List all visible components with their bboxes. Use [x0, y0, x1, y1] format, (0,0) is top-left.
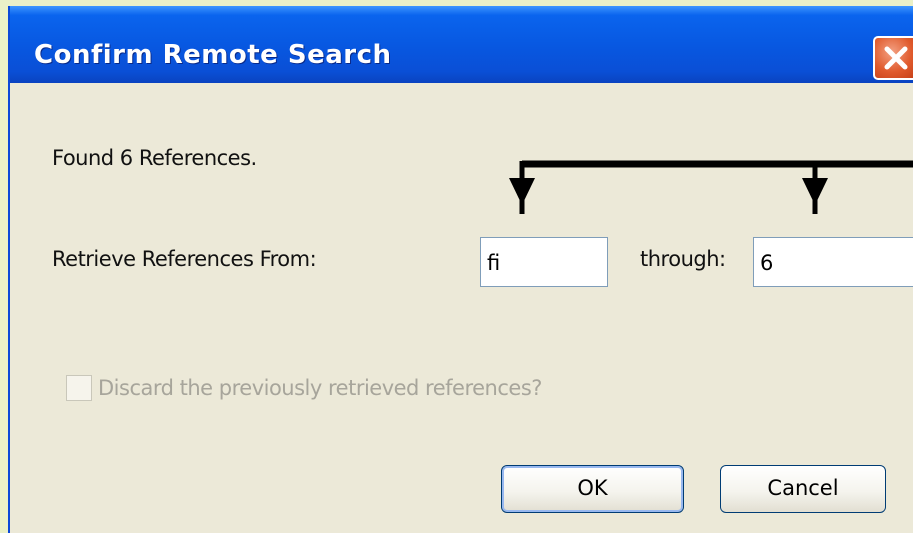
confirm-remote-search-dialog: Confirm Remote Search Found 6 References… [8, 6, 913, 533]
arrow-annotation-icon [509, 160, 913, 214]
